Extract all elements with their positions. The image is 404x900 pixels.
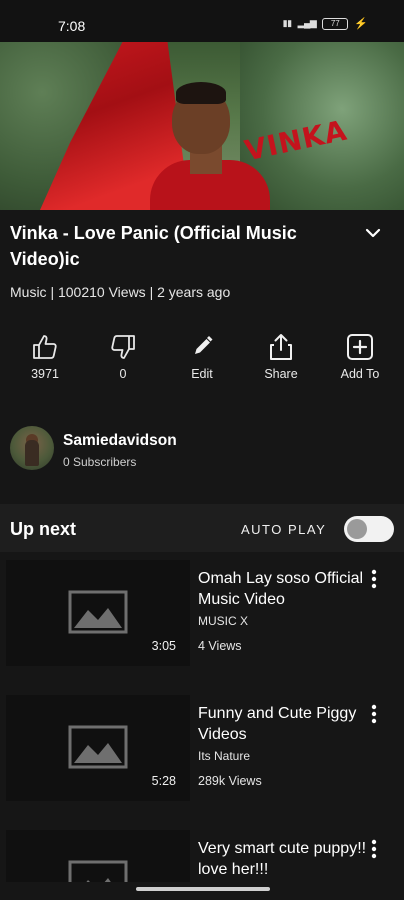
share-icon <box>246 332 316 362</box>
status-time: 7:08 <box>58 18 86 34</box>
like-count: 3971 <box>31 367 59 381</box>
action-row: 3971 0 Edit Share Add To <box>0 332 404 392</box>
share-label: Share <box>264 367 298 381</box>
video-thumbnail[interactable] <box>6 830 190 882</box>
subscriber-count: 0 Subscribers <box>63 455 137 469</box>
image-placeholder-icon <box>68 725 128 769</box>
video-title: Vinka - Love Panic (Official Music Video… <box>10 223 297 269</box>
video-thumbnail[interactable]: 5:28 <box>6 695 190 801</box>
video-title[interactable]: Very smart cute puppy!! love her!!! <box>198 838 368 880</box>
chevron-down-icon[interactable] <box>362 222 384 244</box>
video-player[interactable]: VINKA <box>0 42 404 210</box>
video-views: 4 Views <box>198 639 242 653</box>
add-to-label: Add To <box>340 367 380 381</box>
toggle-knob <box>347 519 367 539</box>
thumb-up-icon <box>10 332 80 362</box>
more-options-icon[interactable] <box>368 838 380 860</box>
more-options-icon[interactable] <box>368 568 380 590</box>
video-title[interactable]: Funny and Cute Piggy Videos <box>198 703 368 745</box>
like-button[interactable]: 3971 <box>10 332 80 381</box>
share-button[interactable]: Share <box>246 332 316 381</box>
video-views: 289k Views <box>198 774 262 788</box>
add-box-icon <box>325 332 395 362</box>
dislike-button[interactable]: 0 <box>88 332 158 381</box>
up-next-header: Up next AUTO PLAY <box>0 504 404 552</box>
video-thumbnail[interactable]: 3:05 <box>6 560 190 666</box>
list-item[interactable]: 3:05 Omah Lay soso Official Music Video … <box>0 552 404 677</box>
video-duration: 5:28 <box>151 774 176 788</box>
status-icons: ▮▮ ▂▄▆ 77 ⚡ <box>283 17 368 30</box>
autoplay-label: AUTO PLAY <box>241 522 327 537</box>
image-placeholder-icon <box>68 590 128 634</box>
home-indicator[interactable] <box>136 887 270 891</box>
thumb-down-icon <box>88 332 158 362</box>
add-to-button[interactable]: Add To <box>325 332 395 381</box>
pencil-icon <box>167 332 237 362</box>
autoplay-toggle[interactable] <box>344 516 394 542</box>
video-channel: MUSIC X <box>198 614 249 628</box>
image-placeholder-icon <box>68 860 128 882</box>
edit-button[interactable]: Edit <box>167 332 237 381</box>
charging-icon: ⚡ <box>354 18 368 30</box>
video-duration: 3:05 <box>151 639 176 653</box>
network-icon: ▮▮ <box>282 18 292 28</box>
more-options-icon[interactable] <box>368 703 380 725</box>
edit-label: Edit <box>191 367 213 381</box>
list-item[interactable]: 5:28 Funny and Cute Piggy Videos Its Nat… <box>0 687 404 812</box>
list-item[interactable]: Very smart cute puppy!! love her!!! <box>0 822 404 882</box>
video-channel: Its Nature <box>198 749 251 763</box>
signal-icon: ▂▄▆ <box>297 18 317 28</box>
video-meta: Music | 100210 Views | 2 years ago <box>10 284 231 300</box>
dislike-count: 0 <box>119 367 127 381</box>
video-title[interactable]: Omah Lay soso Official Music Video <box>198 568 368 610</box>
status-bar: 7:08 ▮▮ ▂▄▆ 77 ⚡ <box>0 0 404 42</box>
channel-row[interactable]: Samiedavidson 0 Subscribers <box>0 420 404 480</box>
avatar[interactable] <box>10 426 54 470</box>
battery-icon: 77 <box>322 17 349 30</box>
up-next-title: Up next <box>10 519 77 539</box>
channel-name[interactable]: Samiedavidson <box>63 432 177 450</box>
